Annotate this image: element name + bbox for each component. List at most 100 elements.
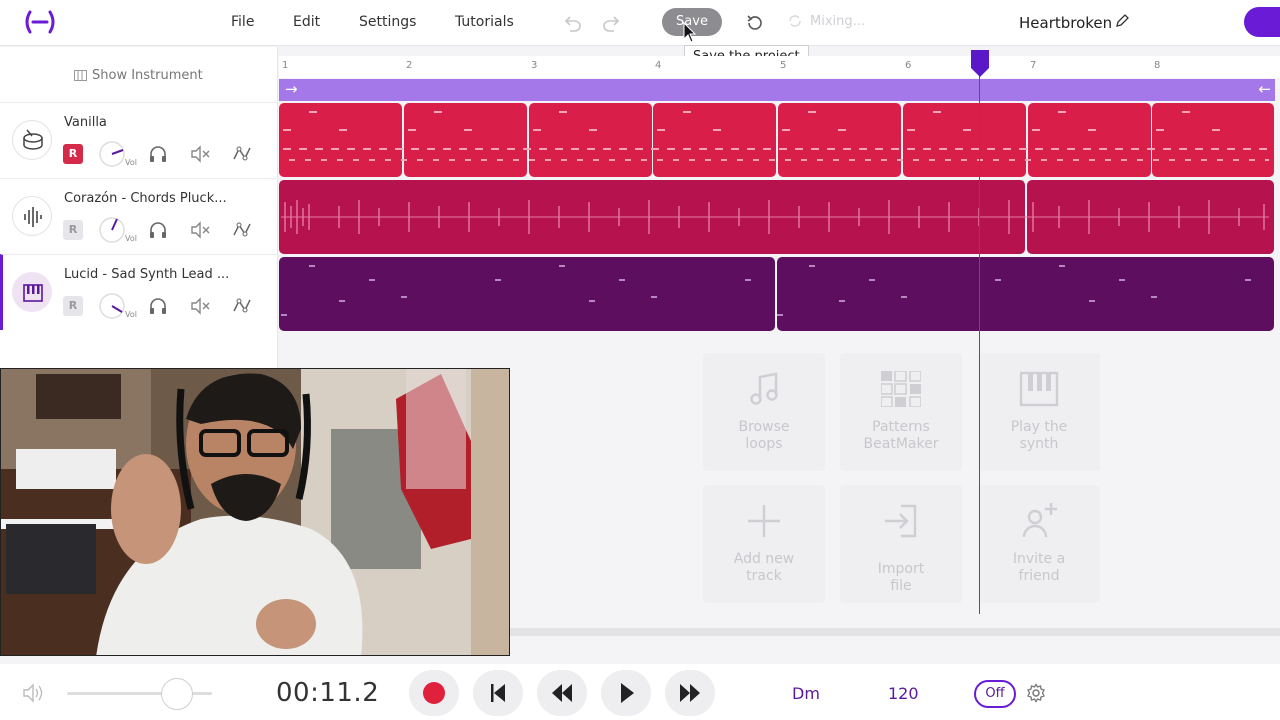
automation-icon[interactable]	[231, 295, 253, 317]
automation-icon[interactable]	[231, 219, 253, 241]
play-icon	[621, 683, 634, 703]
webcam-frame	[1, 369, 509, 655]
bar-number: 8	[1154, 60, 1161, 71]
keyboard-icon	[23, 284, 43, 302]
key-selector[interactable]: Dm	[792, 684, 820, 703]
piano-keys-icon	[1019, 371, 1059, 407]
project-title[interactable]: Heartbroken	[1019, 14, 1112, 32]
volume-knob[interactable]	[98, 216, 126, 244]
master-volume-knob[interactable]	[161, 678, 193, 710]
drum-icon	[23, 129, 43, 150]
playhead-marker-icon[interactable]	[970, 50, 990, 78]
waveform-icon	[24, 207, 42, 227]
track-name[interactable]: Vanilla	[64, 115, 107, 130]
volume-knob[interactable]	[98, 292, 126, 320]
master-volume-icon[interactable]	[22, 683, 44, 703]
share-button[interactable]	[1244, 7, 1280, 37]
bar-number: 5	[780, 60, 787, 71]
timeline-ruler[interactable]: 1 2 3 4 5 6 7 8	[279, 56, 1280, 78]
patterns-beatmaker-card[interactable]: Patterns BeatMaker	[840, 353, 962, 471]
play-synth-card[interactable]: Play the synth	[978, 353, 1100, 471]
mouse-cursor-icon	[683, 22, 697, 43]
webcam-video	[0, 368, 510, 656]
rewind-button[interactable]	[537, 670, 587, 716]
bar-number: 7	[1030, 60, 1037, 71]
card-label: Play the synth	[1010, 419, 1068, 452]
fast-forward-button[interactable]	[665, 670, 715, 716]
go-to-start-button[interactable]	[473, 670, 523, 716]
fast-forward-icon	[680, 684, 700, 702]
time-display: 00:11.2	[276, 678, 380, 708]
app-logo-icon[interactable]	[22, 9, 58, 35]
import-icon	[885, 504, 917, 538]
loop-region[interactable]: → ←	[279, 79, 1275, 101]
pencil-icon[interactable]	[1114, 13, 1130, 29]
menu-edit[interactable]: Edit	[293, 14, 320, 30]
loop-end-arrow-icon[interactable]: ←	[1258, 80, 1271, 98]
record-icon	[423, 682, 445, 704]
volume-knob[interactable]	[98, 140, 126, 168]
midi-note-marks	[281, 265, 1251, 316]
track-name[interactable]: Corazón - Chords Pluck...	[64, 191, 227, 206]
undo-icon[interactable]	[561, 12, 583, 34]
mixing-sync-icon	[789, 15, 801, 27]
rewind-icon	[552, 684, 572, 702]
record-arm-button[interactable]: R	[63, 144, 83, 164]
card-label: Import file	[877, 561, 925, 594]
headphones-icon[interactable]	[147, 143, 169, 165]
track-row[interactable]: Lucid - Sad Synth Lead ... R Vol	[0, 254, 278, 330]
track-lane[interactable]	[279, 180, 1274, 254]
music-note-icon	[750, 372, 778, 405]
bar-number: 1	[282, 60, 289, 71]
bar-number: 4	[655, 60, 662, 71]
instrument-icon	[74, 70, 87, 81]
import-file-card[interactable]: Import file	[840, 485, 962, 603]
track-avatar[interactable]	[12, 272, 52, 312]
loop-start-arrow-icon[interactable]: →	[285, 80, 298, 98]
gear-icon[interactable]	[1026, 683, 1046, 703]
mute-icon[interactable]	[189, 295, 211, 317]
track-row[interactable]: Vanilla R Vol	[0, 102, 278, 178]
track-name[interactable]: Lucid - Sad Synth Lead ...	[64, 267, 229, 282]
menu-file[interactable]: File	[231, 14, 254, 30]
transport-bar: 00:11.2 Dm 120 Off	[0, 664, 1280, 720]
card-label: Invite a friend	[1012, 551, 1066, 584]
invite-friend-card[interactable]: Invite a friend	[978, 485, 1100, 603]
track-lane[interactable]	[279, 257, 1274, 331]
plus-icon	[748, 505, 780, 537]
top-bar: File Edit Settings Tutorials Save Mixing…	[0, 0, 1280, 46]
waveform-marks	[281, 200, 1269, 234]
track-lane[interactable]	[279, 103, 1274, 177]
history-icon[interactable]	[744, 12, 766, 34]
menu-tutorials[interactable]: Tutorials	[455, 14, 514, 30]
track-avatar[interactable]	[12, 120, 52, 160]
tempo-bpm[interactable]: 120	[888, 684, 919, 703]
card-label: Add new track	[733, 551, 795, 584]
mute-icon[interactable]	[189, 143, 211, 165]
browse-loops-card[interactable]: Browse loops	[703, 353, 825, 471]
card-label: Patterns BeatMaker	[863, 419, 939, 452]
add-user-icon	[1022, 503, 1057, 538]
play-button[interactable]	[601, 670, 651, 716]
horizontal-scrollbar[interactable]	[510, 628, 1280, 636]
daw-app: File Edit Settings Tutorials Save Mixing…	[0, 0, 1280, 720]
record-arm-button[interactable]: R	[63, 220, 83, 240]
track-avatar[interactable]	[12, 196, 52, 236]
track-row[interactable]: Corazón - Chords Pluck... R Vol	[0, 178, 278, 254]
record-arm-button[interactable]: R	[63, 296, 83, 316]
bar-number: 6	[905, 60, 912, 71]
metronome-toggle[interactable]: Off	[974, 680, 1016, 708]
card-label: Browse loops	[738, 419, 790, 452]
grid-pads-icon	[881, 371, 921, 407]
record-button[interactable]	[409, 670, 459, 716]
headphones-icon[interactable]	[147, 295, 169, 317]
show-instrument-button[interactable]: Show Instrument	[92, 68, 203, 83]
menu-settings[interactable]: Settings	[359, 14, 416, 30]
headphones-icon[interactable]	[147, 219, 169, 241]
volume-label: Vol	[125, 234, 137, 243]
automation-icon[interactable]	[231, 143, 253, 165]
add-new-track-card[interactable]: Add new track	[703, 485, 825, 603]
mute-icon[interactable]	[189, 219, 211, 241]
mixing-status: Mixing...	[810, 14, 866, 29]
redo-icon[interactable]	[601, 12, 623, 34]
